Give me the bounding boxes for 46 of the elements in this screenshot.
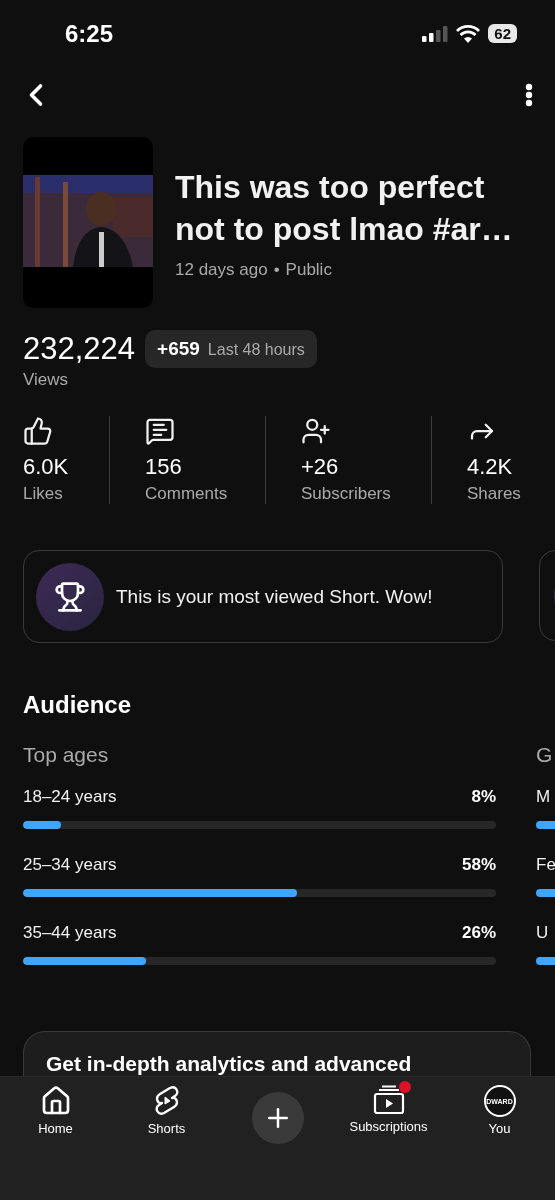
person-plus-icon	[301, 416, 331, 446]
bar-stub	[536, 957, 555, 965]
row-label: Fe	[536, 855, 555, 876]
views-delta: +659	[157, 338, 200, 360]
stat-value: 4.2K	[467, 454, 514, 480]
age-range: 25–34 years	[23, 855, 117, 876]
promo-title: Get in-depth analytics and advanced	[46, 1052, 412, 1075]
shorts-tab[interactable]: Shorts	[111, 1085, 222, 1136]
insight-text: This is your most viewed Short. Wow!	[116, 585, 433, 608]
age-percent: 26%	[461, 923, 496, 944]
delta-period: Last 48 hours	[207, 341, 305, 359]
wifi-icon	[456, 24, 481, 43]
stat-value: +26	[301, 454, 340, 480]
age-range: 35–44 years	[23, 923, 117, 944]
visibility-label: Public	[285, 259, 332, 280]
age-percent: 58%	[461, 855, 496, 876]
thumbs-up-icon	[23, 416, 53, 446]
age-percent: 8%	[471, 787, 496, 808]
row-label: M	[536, 787, 551, 808]
more-icon	[525, 82, 533, 107]
row-label: U	[536, 923, 549, 944]
subscriptions-icon	[372, 1085, 405, 1115]
views-count: 232,224	[23, 331, 136, 367]
more-options-button[interactable]	[525, 82, 533, 107]
signal-icon	[422, 25, 449, 42]
stat-value: 156	[145, 454, 183, 480]
stat-label: Likes	[23, 484, 64, 504]
bar-stub	[536, 821, 555, 829]
age-range: 18–24 years	[23, 787, 117, 808]
stat-label: Shares	[467, 484, 522, 504]
subscriptions-tab[interactable]: Subscriptions	[333, 1085, 444, 1134]
video-title: This was too perfect not to post lmao #ar…	[175, 167, 514, 249]
stat-label: Comments	[145, 484, 229, 504]
upload-age: 12 days ago	[175, 259, 268, 280]
stat-label: Subscribers	[301, 484, 392, 504]
top-ages-title: Top ages	[23, 743, 110, 768]
status-time: 6:25	[65, 19, 114, 48]
stat-value: 6.0K	[23, 454, 70, 480]
battery-level: 62	[488, 24, 517, 44]
separator-dot: •	[273, 259, 280, 280]
views-label: Views	[22, 369, 70, 390]
column-title: G	[536, 743, 554, 768]
home-tab[interactable]: Home	[0, 1085, 111, 1136]
bar-stub	[536, 889, 555, 897]
section-title: Audience	[22, 690, 133, 719]
comment-icon	[145, 416, 175, 446]
